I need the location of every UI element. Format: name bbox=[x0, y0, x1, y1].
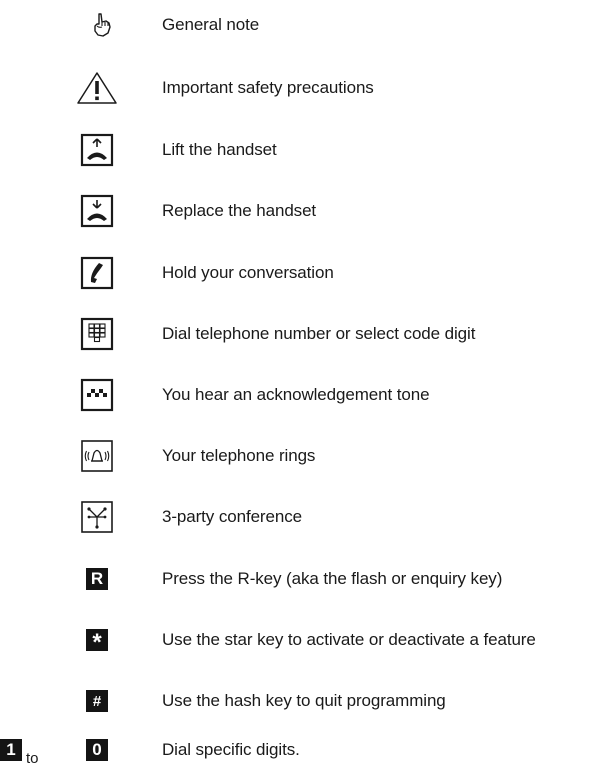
legend-label: 3-party conference bbox=[162, 507, 302, 526]
legend-label: Dial specific digits. bbox=[162, 740, 300, 759]
hold-handset-icon bbox=[75, 253, 119, 293]
key-glyph: # bbox=[86, 690, 108, 712]
digit-keys-icon: 1 to 0 bbox=[0, 730, 110, 770]
legend-row-hash-key: # Use the hash key to quit programming bbox=[0, 681, 610, 721]
legend-row-hold: Hold your conversation bbox=[0, 253, 610, 293]
legend-row-replace-handset: Replace the handset bbox=[0, 191, 610, 231]
legend-row-keypad: Dial telephone number or select code dig… bbox=[0, 314, 610, 354]
legend-label: Lift the handset bbox=[162, 140, 277, 159]
legend-label: Use the hash key to quit programming bbox=[162, 691, 446, 710]
legend-label: Press the R-key (aka the flash or enquir… bbox=[162, 569, 503, 588]
r-key-icon: R bbox=[75, 559, 119, 599]
digit-key-0: 0 bbox=[86, 739, 108, 761]
legend-label: Use the star key to activate or deactiva… bbox=[162, 630, 536, 649]
legend-row-r-key: R Press the R-key (aka the flash or enqu… bbox=[0, 559, 610, 599]
star-key-icon: * bbox=[75, 620, 119, 660]
digit-key-1: 1 bbox=[0, 739, 22, 761]
legend-row-digits: 1 to 0 Dial specific digits. bbox=[0, 730, 610, 770]
legend-label: You hear an acknowledgement tone bbox=[162, 385, 430, 404]
hash-key-icon: # bbox=[75, 681, 119, 721]
legend-label: General note bbox=[162, 15, 260, 34]
ringing-bell-icon bbox=[75, 436, 119, 476]
legend-label: Your telephone rings bbox=[162, 446, 316, 465]
keypad-icon bbox=[75, 314, 119, 354]
legend-row-conference: 3-party conference bbox=[0, 497, 610, 537]
key-glyph: R bbox=[86, 568, 108, 590]
legend-label: Important safety precautions bbox=[162, 78, 374, 97]
acknowledgement-tone-icon bbox=[75, 375, 119, 415]
legend-row-ack-tone: You hear an acknowledgement tone bbox=[0, 375, 610, 415]
lift-handset-icon bbox=[75, 130, 119, 170]
conference-icon bbox=[75, 497, 119, 537]
legend-label: Hold your conversation bbox=[162, 263, 334, 282]
legend-row-star-key: * Use the star key to activate or deacti… bbox=[0, 620, 610, 660]
legend-label: Dial telephone number or select code dig… bbox=[162, 324, 476, 343]
warning-triangle-icon bbox=[75, 68, 119, 108]
legend-row-general-note: General note bbox=[0, 5, 610, 45]
legend-row-rings: Your telephone rings bbox=[0, 436, 610, 476]
pointing-hand-icon bbox=[80, 5, 124, 45]
replace-handset-icon bbox=[75, 191, 119, 231]
legend-label: Replace the handset bbox=[162, 201, 317, 220]
key-glyph: * bbox=[86, 629, 108, 655]
legend-row-lift-handset: Lift the handset bbox=[0, 130, 610, 170]
to-text: to bbox=[26, 750, 39, 767]
legend-row-safety: Important safety precautions bbox=[0, 68, 610, 108]
